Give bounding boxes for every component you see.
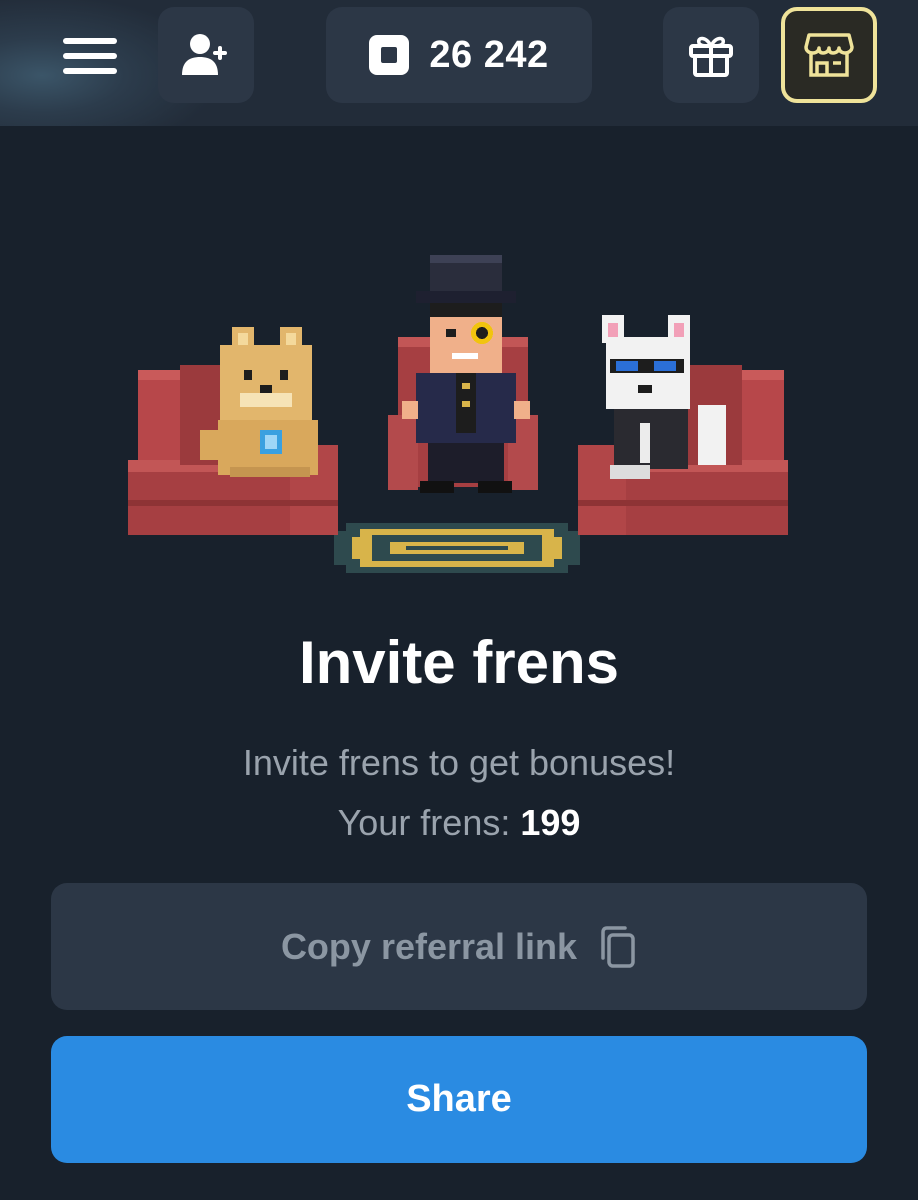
gift-button[interactable] — [663, 7, 759, 103]
gift-icon — [689, 36, 733, 77]
hamburger-bar — [63, 53, 117, 59]
copy-icon — [601, 925, 635, 968]
share-button[interactable]: Share — [51, 1036, 867, 1163]
hamburger-bar — [63, 68, 117, 74]
square-coin-icon — [369, 35, 410, 75]
add-friend-button[interactable] — [158, 7, 254, 103]
top-bar: 26 242 — [0, 0, 918, 126]
share-button-label: Share — [406, 1078, 512, 1120]
balance-display[interactable]: 26 242 — [326, 7, 592, 103]
frens-label: Your frens: — [337, 802, 521, 843]
shop-button[interactable] — [781, 7, 877, 103]
balance-value: 26 242 — [429, 33, 549, 76]
hamburger-menu-icon — [63, 38, 117, 44]
add-user-icon — [182, 34, 227, 75]
frens-illustration — [128, 255, 788, 573]
rug-image — [334, 523, 580, 573]
invite-frens-screen: 26 242 Invite frens Invite frens to get … — [0, 0, 918, 1200]
page-subtitle: Invite frens to get bonuses! — [242, 742, 676, 783]
copy-referral-link-label: Copy referral link — [280, 925, 578, 967]
menu-button[interactable] — [48, 20, 132, 92]
frens-count: 199 — [520, 802, 581, 843]
page-title: Invite frens — [298, 629, 620, 696]
copy-referral-link-button[interactable]: Copy referral link — [51, 883, 867, 1010]
frens-counter: Your frens: 199 — [0, 802, 918, 844]
store-icon — [804, 33, 854, 77]
